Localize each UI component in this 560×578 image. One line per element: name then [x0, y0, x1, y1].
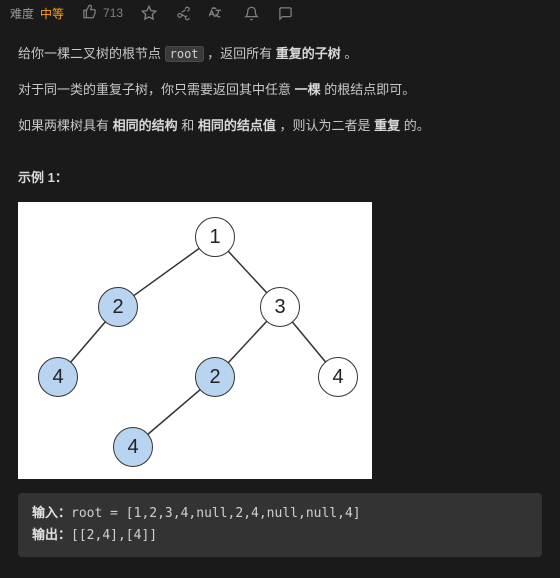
difficulty-value: 中等: [40, 5, 64, 22]
tree-node: 3: [260, 287, 300, 327]
tree-node: 4: [318, 357, 358, 397]
example-io: 输入：root = [1,2,3,4,null,2,4,null,null,4]…: [18, 493, 542, 557]
paragraph-2: 对于同一类的重复子树，你只需要返回其中任意 一棵 的根结点即可。: [18, 78, 542, 102]
tree-node: 4: [113, 427, 153, 467]
output-line: 输出：[[2,4],[4]]: [32, 525, 528, 547]
tree-node: 4: [38, 357, 78, 397]
tree-edges: [18, 202, 372, 479]
example-title: 示例 1：: [18, 166, 542, 190]
likes-button[interactable]: 713: [82, 4, 123, 22]
input-line: 输入：root = [1,2,3,4,null,2,4,null,null,4]: [32, 503, 528, 525]
paragraph-3: 如果两棵树具有 相同的结构 和 相同的结点值 ，则认为二者是 重复 的。: [18, 114, 542, 138]
favorite-button[interactable]: [141, 5, 157, 21]
feedback-button[interactable]: [277, 5, 293, 21]
problem-header: 难度 中等 713: [0, 0, 560, 32]
difficulty-label: 难度: [10, 5, 34, 22]
notification-button[interactable]: [243, 5, 259, 21]
share-button[interactable]: [175, 5, 191, 21]
paragraph-1: 给你一棵二叉树的根节点 root ，返回所有 重复的子树 。: [18, 42, 542, 66]
tree-diagram: 1 2 3 4 2 4 4: [18, 202, 372, 479]
problem-content: 给你一棵二叉树的根节点 root ，返回所有 重复的子树 。 对于同一类的重复子…: [0, 32, 560, 567]
tree-node: 2: [98, 287, 138, 327]
tree-node: 1: [195, 217, 235, 257]
likes-count: 713: [103, 6, 123, 20]
translate-button[interactable]: [209, 5, 225, 21]
tree-node: 2: [195, 357, 235, 397]
code-root: root: [165, 46, 204, 62]
thumbs-up-icon: [82, 4, 97, 22]
